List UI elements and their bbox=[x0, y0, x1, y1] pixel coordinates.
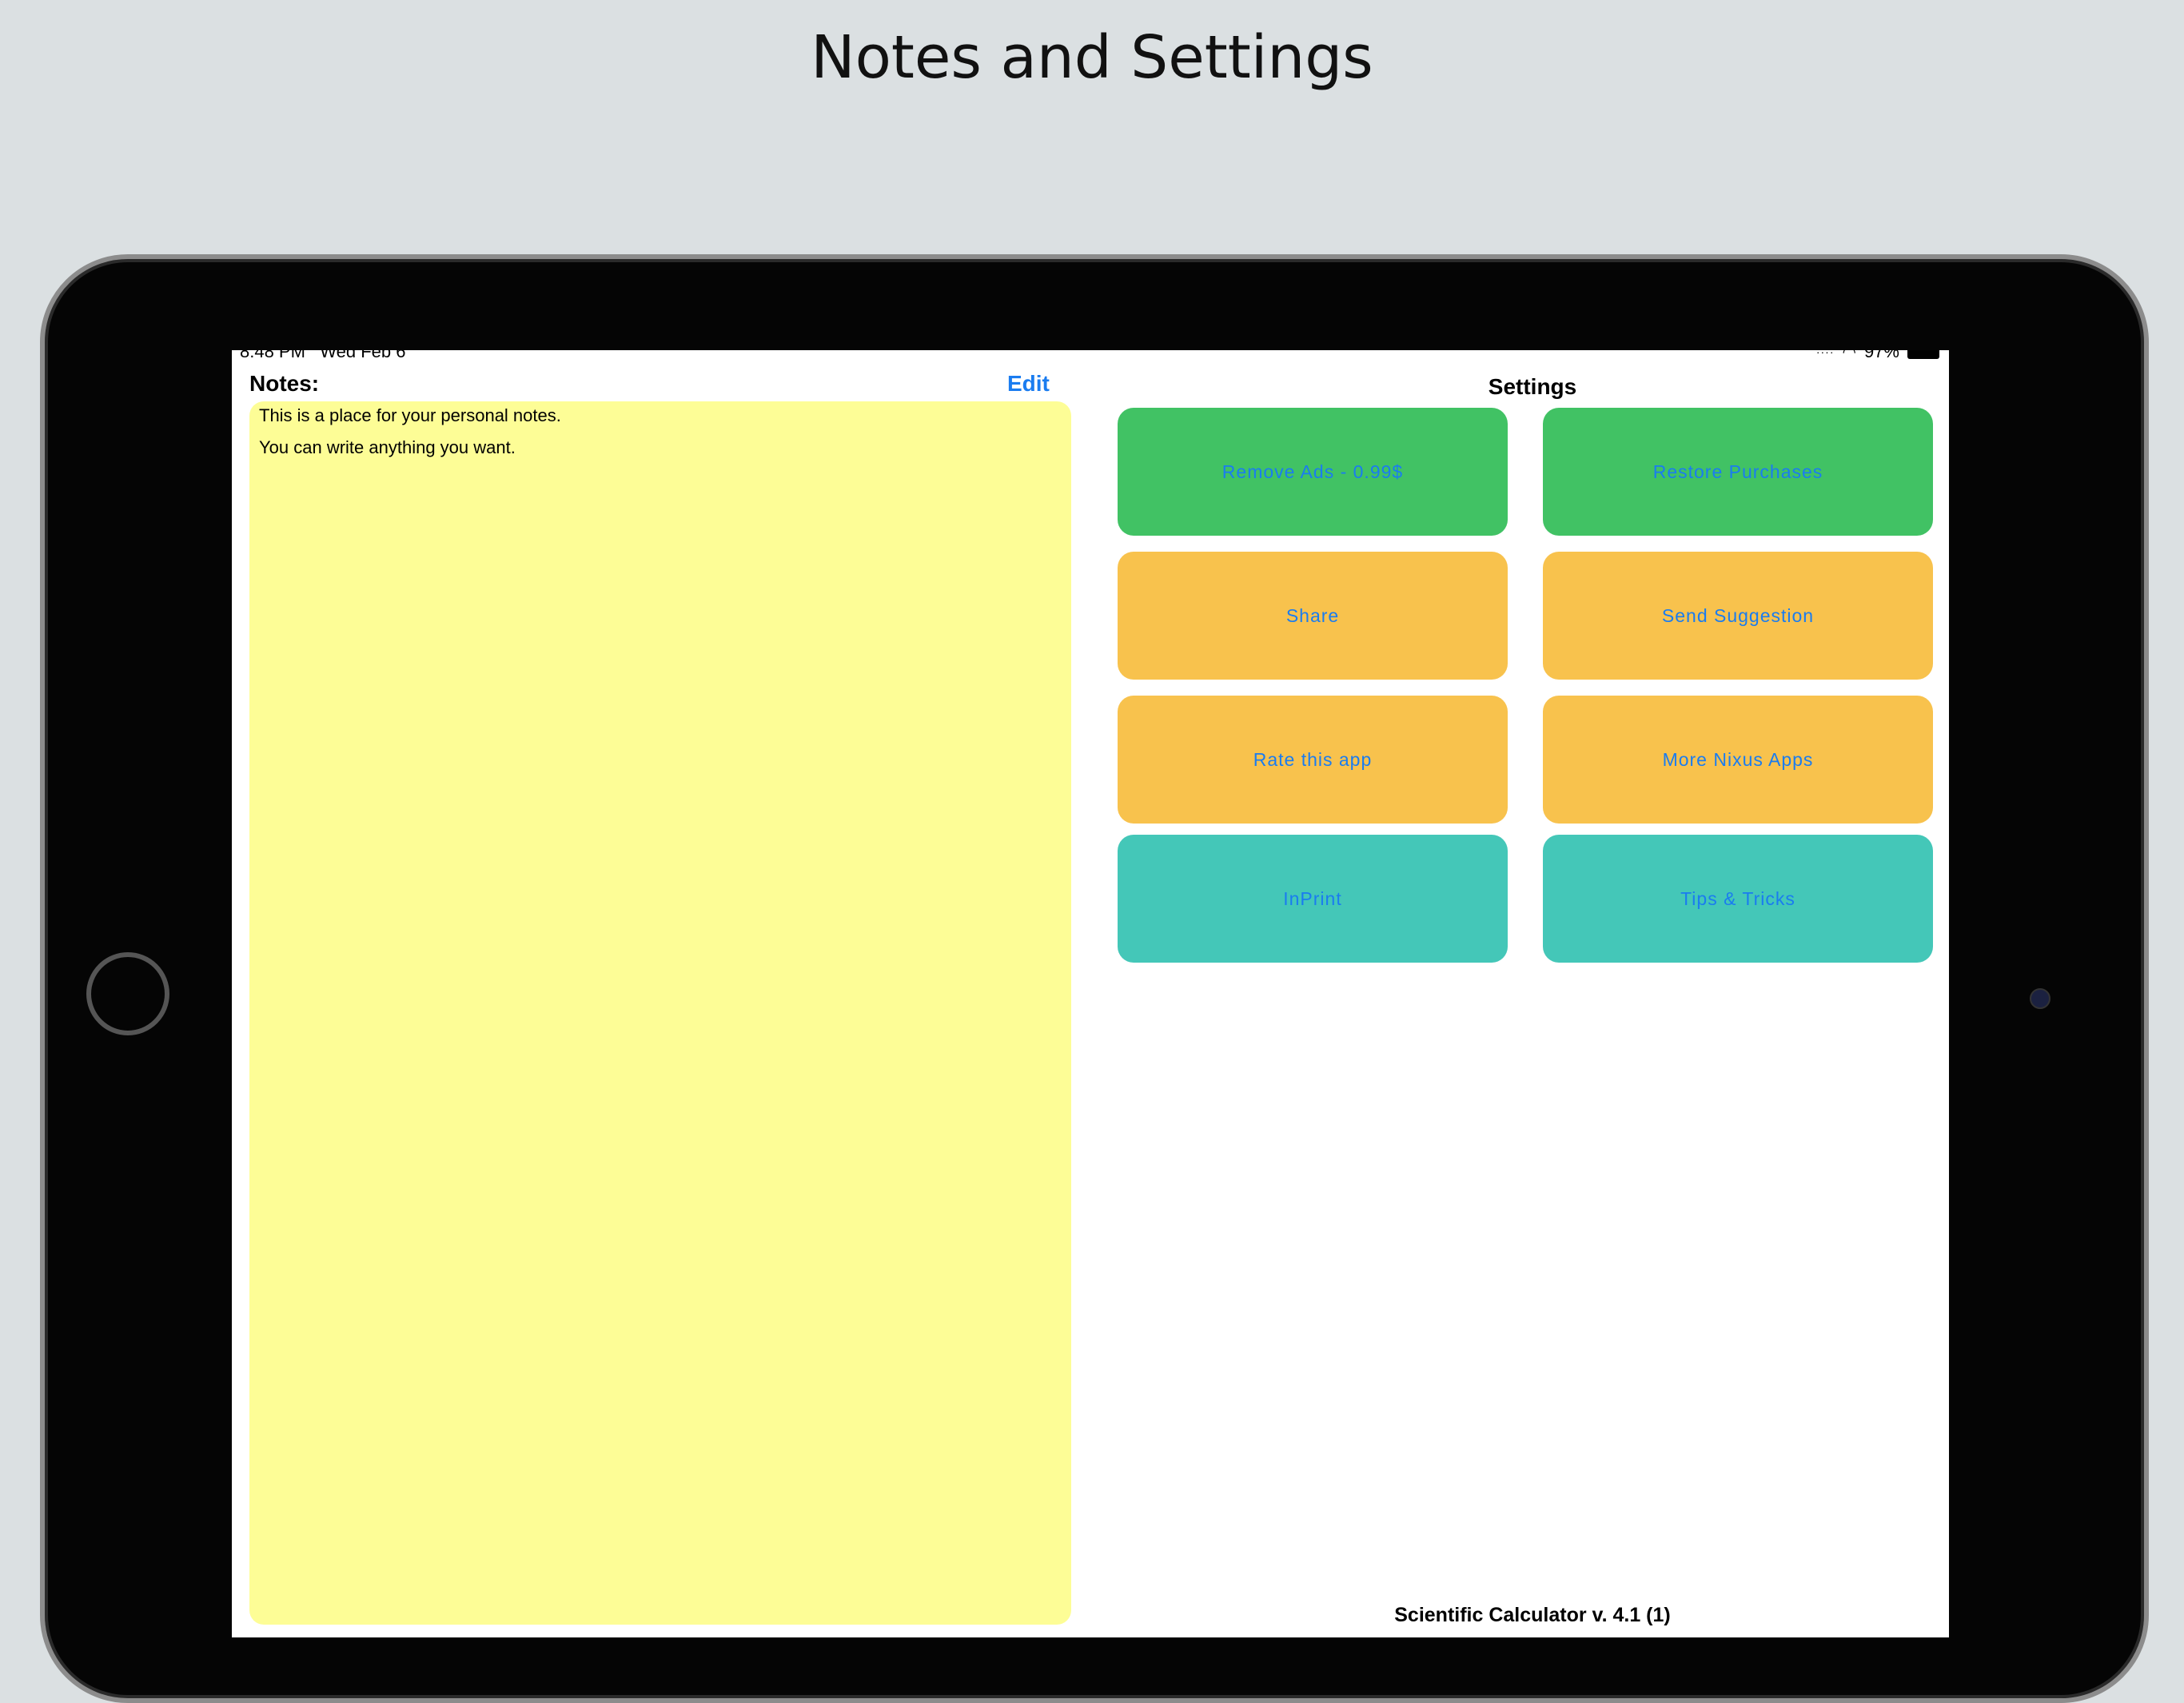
version-label: Scientific Calculator v. 4.1 (1) bbox=[1394, 1604, 1671, 1626]
send-suggestion-button[interactable]: Send Suggestion bbox=[1543, 552, 1933, 680]
status-time: 8:48 PM bbox=[240, 350, 305, 361]
notes-label: Notes: bbox=[249, 371, 320, 396]
status-date: Wed Feb 6 bbox=[320, 350, 406, 361]
notes-line: This is a place for your personal notes. bbox=[259, 405, 561, 425]
wifi-icon: ◠ bbox=[1842, 350, 1856, 361]
restore-purchases-button[interactable]: Restore Purchases bbox=[1543, 408, 1933, 536]
status-bar: 8:48 PM Wed Feb 6 ···· ◠ 97% bbox=[232, 350, 1949, 361]
app-screen: 8:48 PM Wed Feb 6 ···· ◠ 97% Notes: Edit… bbox=[232, 350, 1949, 1637]
battery-icon bbox=[1907, 350, 1939, 359]
signal-icon: ···· bbox=[1815, 350, 1835, 358]
rate-app-button[interactable]: Rate this app bbox=[1118, 696, 1508, 824]
inprint-button[interactable]: InPrint bbox=[1118, 835, 1508, 963]
notes-line: You can write anything you want. bbox=[259, 437, 516, 457]
status-right: ···· ◠ 97% bbox=[1816, 350, 1939, 361]
share-button[interactable]: Share bbox=[1118, 552, 1508, 680]
edit-button[interactable]: Edit bbox=[1007, 371, 1050, 397]
notes-textarea[interactable]: This is a place for your personal notes.… bbox=[249, 401, 1071, 1625]
settings-title: Settings bbox=[1488, 374, 1577, 399]
battery-percent: 97% bbox=[1863, 350, 1899, 361]
remove-ads-button[interactable]: Remove Ads - 0.99$ bbox=[1118, 408, 1508, 536]
status-left: 8:48 PM Wed Feb 6 bbox=[240, 350, 406, 361]
tips-tricks-button[interactable]: Tips & Tricks bbox=[1543, 835, 1933, 963]
more-apps-button[interactable]: More Nixus Apps bbox=[1543, 696, 1933, 824]
promo-title: Notes and Settings bbox=[811, 23, 1373, 92]
camera-icon bbox=[2030, 988, 2050, 1009]
home-button[interactable] bbox=[86, 952, 169, 1035]
